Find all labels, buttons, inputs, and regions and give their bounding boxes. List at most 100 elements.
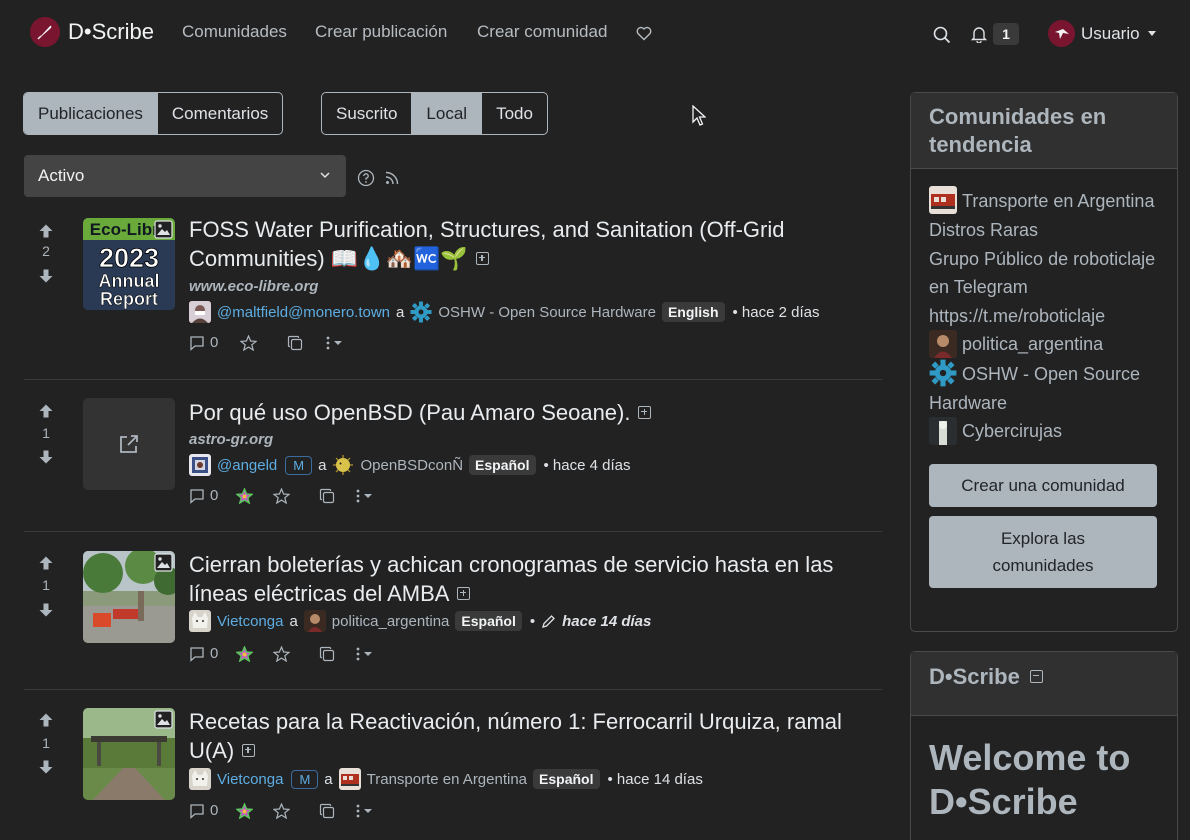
post-title-block[interactable]: Recetas para la Reactivación, número 1: … [189, 707, 879, 765]
sort-select[interactable]: Activo [24, 155, 346, 197]
post-score: 1 [42, 735, 50, 751]
post-author[interactable]: Vietconga [217, 771, 283, 788]
post-connector: a [318, 456, 327, 474]
more-options-icon[interactable] [355, 803, 373, 819]
post-title-block[interactable]: FOSS Water Purification, Structures, and… [189, 215, 849, 273]
copy-icon[interactable] [319, 803, 335, 819]
external-link-thumbnail[interactable] [83, 398, 175, 490]
feature-rainbow-star-icon[interactable] [236, 645, 254, 662]
star-icon[interactable] [273, 487, 291, 504]
upvote-arrow-icon[interactable] [38, 223, 54, 239]
comment-count[interactable]: 0 [210, 487, 218, 504]
tab-publicaciones[interactable]: Publicaciones [24, 93, 158, 134]
downvote-arrow-icon[interactable] [38, 759, 54, 775]
post-divider [24, 531, 882, 532]
post-community[interactable]: politica_argentina [332, 613, 450, 630]
more-options-icon[interactable] [355, 488, 373, 504]
post-divider [24, 379, 882, 380]
post-community[interactable]: OSHW - Open Source Hardware [438, 304, 656, 321]
post-title[interactable]: Por qué uso OpenBSD (Pau Amaro Seoane). [189, 400, 630, 425]
downvote-arrow-icon[interactable] [38, 268, 54, 284]
trending-item-politica-argentina[interactable]: politica_argentina [929, 329, 1159, 359]
post-actions: 0 [189, 487, 373, 504]
explore-communities-button[interactable]: Explora las comunidades [929, 515, 1157, 588]
post-thumbnail[interactable] [83, 551, 175, 643]
comment-count[interactable]: 0 [210, 645, 218, 662]
trending-item-roboticlaje[interactable]: Grupo Público de roboticlaje en Telegram… [929, 245, 1159, 331]
tab-todo[interactable]: Todo [482, 93, 547, 134]
collapse-minus-icon[interactable] [1029, 669, 1043, 683]
help-icon[interactable] [357, 169, 375, 187]
post-domain[interactable]: astro-gr.org [189, 431, 273, 448]
more-options-icon[interactable] [325, 335, 343, 351]
post-time: • hace 14 días [607, 770, 703, 788]
post-title-block[interactable]: Cierran boleterías y achican cronogramas… [189, 550, 879, 608]
heart-icon[interactable] [636, 26, 652, 41]
post-title-block[interactable]: Por qué uso OpenBSD (Pau Amaro Seoane). [189, 398, 849, 427]
create-community-button[interactable]: Crear una comunidad [929, 463, 1157, 507]
post-actions: 0 [189, 802, 373, 819]
post-author[interactable]: @angeld [217, 457, 277, 474]
image-icon [154, 553, 173, 572]
post-actions: 0 [189, 645, 373, 662]
comment-icon[interactable] [189, 335, 205, 351]
copy-icon[interactable] [287, 335, 303, 351]
star-icon[interactable] [273, 802, 291, 819]
downvote-arrow-icon[interactable] [38, 449, 54, 465]
copy-icon[interactable] [319, 488, 335, 504]
search-icon[interactable] [933, 26, 951, 44]
comment-icon[interactable] [189, 646, 205, 662]
post-title[interactable]: Recetas para la Reactivación, número 1: … [189, 709, 842, 763]
feature-rainbow-star-icon[interactable] [236, 487, 254, 504]
star-icon[interactable] [240, 334, 258, 351]
post-thumbnail[interactable]: Eco-Libre 2023 Annual Report [83, 218, 175, 310]
post-community[interactable]: Transporte en Argentina [367, 771, 527, 788]
comment-count[interactable]: 0 [210, 334, 218, 351]
user-avatar [189, 610, 211, 632]
site-info-card: D•Scribe Welcome to D•Scribe [910, 651, 1178, 840]
post-thumbnail[interactable] [83, 708, 175, 800]
trending-item-distros-raras[interactable]: Distros Raras [929, 216, 1159, 245]
expand-plus-icon[interactable] [475, 251, 489, 265]
post-author[interactable]: Vietconga [217, 613, 283, 630]
post-community[interactable]: OpenBSDconÑ [360, 457, 463, 474]
nav-comunidades[interactable]: Comunidades [182, 22, 287, 42]
expand-plus-icon[interactable] [242, 743, 256, 757]
upvote-arrow-icon[interactable] [38, 712, 54, 728]
nav-crear-comunidad[interactable]: Crear comunidad [477, 22, 607, 42]
star-icon[interactable] [273, 645, 291, 662]
comment-count[interactable]: 0 [210, 802, 218, 819]
tab-suscrito[interactable]: Suscrito [322, 93, 413, 134]
nav-crear-publicacion[interactable]: Crear publicación [315, 22, 447, 42]
bell-icon[interactable] [970, 25, 988, 43]
site-info-header: D•Scribe [911, 652, 1177, 716]
brand[interactable]: D•Scribe [30, 17, 154, 47]
user-menu[interactable]: Usuario [1048, 20, 1156, 47]
feature-rainbow-star-icon[interactable] [236, 802, 254, 819]
notification-count-badge[interactable]: 1 [993, 23, 1019, 45]
user-name: Usuario [1081, 23, 1140, 43]
copy-icon[interactable] [319, 646, 335, 662]
image-icon [154, 710, 173, 729]
trending-title: Comunidades en tendencia [911, 93, 1177, 169]
comment-icon[interactable] [189, 488, 205, 504]
expand-plus-icon[interactable] [457, 586, 471, 600]
upvote-arrow-icon[interactable] [38, 555, 54, 571]
rss-icon[interactable] [385, 171, 399, 185]
post-author[interactable]: @maltfield@monero.town [217, 304, 390, 321]
downvote-arrow-icon[interactable] [38, 602, 54, 618]
tab-local[interactable]: Local [412, 93, 483, 134]
tab-comentarios[interactable]: Comentarios [158, 93, 282, 134]
more-options-icon[interactable] [355, 646, 373, 662]
post-domain[interactable]: www.eco-libre.org [189, 278, 318, 295]
comment-icon[interactable] [189, 803, 205, 819]
trending-item-oshw[interactable]: OSHW - Open Source Hardware [929, 359, 1159, 418]
post-title[interactable]: Cierran boleterías y achican cronogramas… [189, 552, 833, 606]
expand-plus-icon[interactable] [638, 405, 652, 419]
language-badge: English [661, 302, 725, 322]
upvote-arrow-icon[interactable] [38, 403, 54, 419]
trending-item-transporte[interactable]: Transporte en Argentina [929, 186, 1159, 216]
post-divider [24, 689, 882, 690]
trending-item-cybercirujas[interactable]: Cybercirujas [929, 416, 1159, 446]
quill-logo-icon [30, 17, 60, 47]
